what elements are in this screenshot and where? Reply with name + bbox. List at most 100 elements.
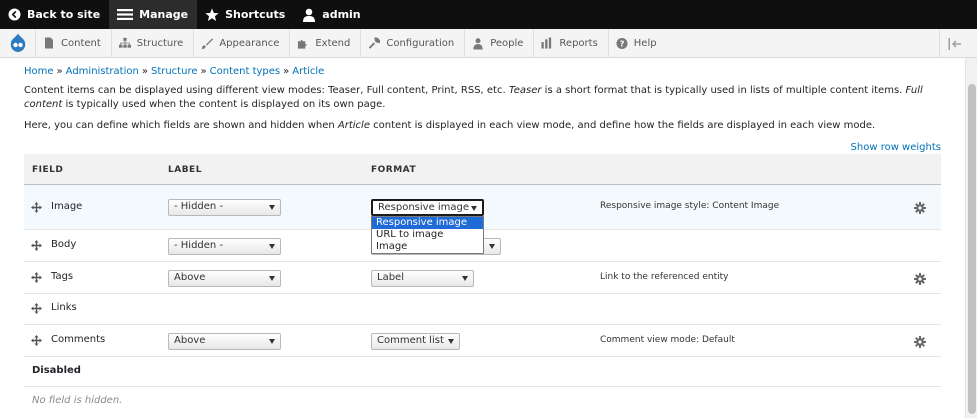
menu-appearance-label: Appearance — [219, 37, 280, 49]
drag-handle-icon[interactable] — [31, 272, 42, 283]
format-select[interactable]: Comment list — [371, 333, 460, 350]
chevron-down-icon — [489, 244, 495, 249]
label-select-value: Above — [174, 272, 206, 283]
format-option-image[interactable]: Image — [372, 241, 483, 253]
fields-text-a: Here, you can define which fields are sh… — [24, 120, 338, 131]
menu-people[interactable]: People — [465, 28, 535, 58]
admin-menu-tray: Content Structure Appearance Extend Conf… — [0, 28, 977, 58]
breadcrumb-content-types[interactable]: Content types — [210, 66, 281, 77]
configuration-icon — [368, 36, 381, 49]
label-select-value: - Hidden - — [174, 201, 224, 212]
user-tab[interactable]: admin — [294, 0, 369, 29]
header-label: LABEL — [168, 165, 202, 175]
header-format: FORMAT — [371, 165, 417, 175]
drag-handle-icon[interactable] — [31, 303, 42, 314]
back-to-site-link[interactable]: Back to site — [0, 0, 109, 29]
drag-handle-icon[interactable] — [31, 240, 42, 251]
menu-extend-label: Extend — [315, 37, 351, 49]
menu-content-label: Content — [61, 37, 101, 49]
shortcuts-label: Shortcuts — [225, 8, 286, 21]
breadcrumb-structure[interactable]: Structure — [151, 66, 198, 77]
field-name: Comments — [51, 334, 106, 345]
manage-icon — [117, 8, 134, 21]
menu-configuration[interactable]: Configuration — [361, 28, 466, 58]
field-name: Body — [51, 239, 77, 250]
table-row: Comments Above Comment list Comment view… — [24, 325, 941, 357]
structure-icon — [118, 37, 131, 49]
chevron-down-icon — [471, 206, 477, 211]
drag-handle-icon[interactable] — [31, 335, 42, 346]
table-row: Links — [24, 294, 941, 325]
format-summary: Comment view mode: Default — [600, 335, 735, 345]
intro-text-b: is a short format that is typically used… — [541, 85, 906, 96]
drupal-logo-icon[interactable] — [0, 28, 36, 58]
manage-label: Manage — [139, 8, 189, 21]
people-icon — [472, 37, 484, 49]
label-select[interactable]: - Hidden - — [168, 238, 281, 255]
breadcrumb-administration[interactable]: Administration — [66, 66, 139, 77]
breadcrumb: Home» Administration» Structure» Content ty… — [24, 66, 325, 77]
intro-text-c: is typically used when the content is di… — [62, 99, 386, 110]
chevron-down-icon — [269, 244, 275, 249]
content-icon — [43, 37, 55, 49]
chevron-down-icon — [269, 276, 275, 281]
breadcrumb-home[interactable]: Home — [24, 66, 54, 77]
view-modes-description: Content items can be displayed using dif… — [24, 84, 924, 112]
drag-handle-icon[interactable] — [31, 202, 42, 213]
chevron-down-icon — [269, 339, 275, 344]
scrollbar-thumb[interactable] — [968, 84, 976, 414]
admin-toolbar: Back to site Manage Shortcuts admin — [0, 0, 977, 29]
format-option-url-to-image[interactable]: URL to image — [372, 229, 483, 241]
appearance-icon — [201, 37, 214, 49]
show-row-weights-link[interactable]: Show row weights — [851, 142, 941, 153]
menu-help-label: Help — [633, 37, 657, 49]
back-to-site-label: Back to site — [27, 8, 101, 21]
gear-icon[interactable] — [914, 273, 926, 285]
menu-appearance[interactable]: Appearance — [194, 28, 291, 58]
disabled-empty-message: No field is hidden. — [32, 395, 123, 406]
chevron-down-icon — [462, 276, 468, 281]
back-icon — [8, 8, 21, 21]
format-option-responsive-image[interactable]: Responsive image — [372, 217, 483, 229]
label-select[interactable]: Above — [168, 270, 281, 287]
menu-configuration-label: Configuration — [386, 37, 455, 49]
format-select-value: Comment list — [377, 335, 444, 346]
gear-icon[interactable] — [914, 336, 926, 348]
menu-content[interactable]: Content — [36, 28, 112, 58]
gear-icon[interactable] — [914, 202, 926, 214]
disabled-empty-row: No field is hidden. — [24, 387, 941, 417]
format-select-value: Responsive image — [378, 202, 470, 213]
menu-people-label: People — [490, 37, 524, 49]
menu-help[interactable]: ? Help — [609, 29, 667, 58]
table-header: FIELD LABEL FORMAT — [24, 154, 941, 185]
disabled-section-title: Disabled — [32, 365, 81, 376]
format-select[interactable]: Responsive image — [371, 199, 484, 216]
fields-text-b: content is displayed in each view mode, … — [369, 120, 876, 131]
intro-text-a: Content items can be displayed using dif… — [24, 85, 509, 96]
label-select-value: Above — [174, 335, 206, 346]
format-select-value: Label — [377, 272, 404, 283]
shortcuts-tab[interactable]: Shortcuts — [197, 0, 294, 29]
reports-icon — [541, 37, 553, 49]
menu-structure-label: Structure — [136, 37, 184, 49]
extend-icon — [297, 37, 309, 49]
field-name: Image — [51, 201, 83, 212]
page-scrollbar[interactable] — [965, 58, 977, 418]
menu-structure[interactable]: Structure — [112, 28, 195, 58]
menu-reports[interactable]: Reports — [534, 28, 609, 58]
user-label: admin — [322, 8, 361, 21]
menu-extend[interactable]: Extend — [290, 28, 362, 58]
disabled-region-row: Disabled — [24, 357, 941, 387]
field-display-table: FIELD LABEL FORMAT Image - Hidden - Resp… — [24, 154, 941, 417]
manage-tab[interactable]: Manage — [109, 0, 198, 29]
fields-description: Here, you can define which fields are sh… — [24, 120, 924, 131]
intro-teaser: Teaser — [508, 85, 542, 96]
format-options-list: Responsive image URL to image Image — [371, 216, 484, 254]
format-summary: Link to the referenced entity — [600, 272, 729, 282]
chevron-down-icon — [269, 205, 275, 210]
label-select[interactable]: - Hidden - — [168, 199, 281, 216]
label-select[interactable]: Above — [168, 333, 281, 350]
format-select[interactable]: Label — [371, 270, 474, 287]
collapse-icon[interactable] — [939, 29, 969, 58]
breadcrumb-article[interactable]: Article — [292, 66, 324, 77]
